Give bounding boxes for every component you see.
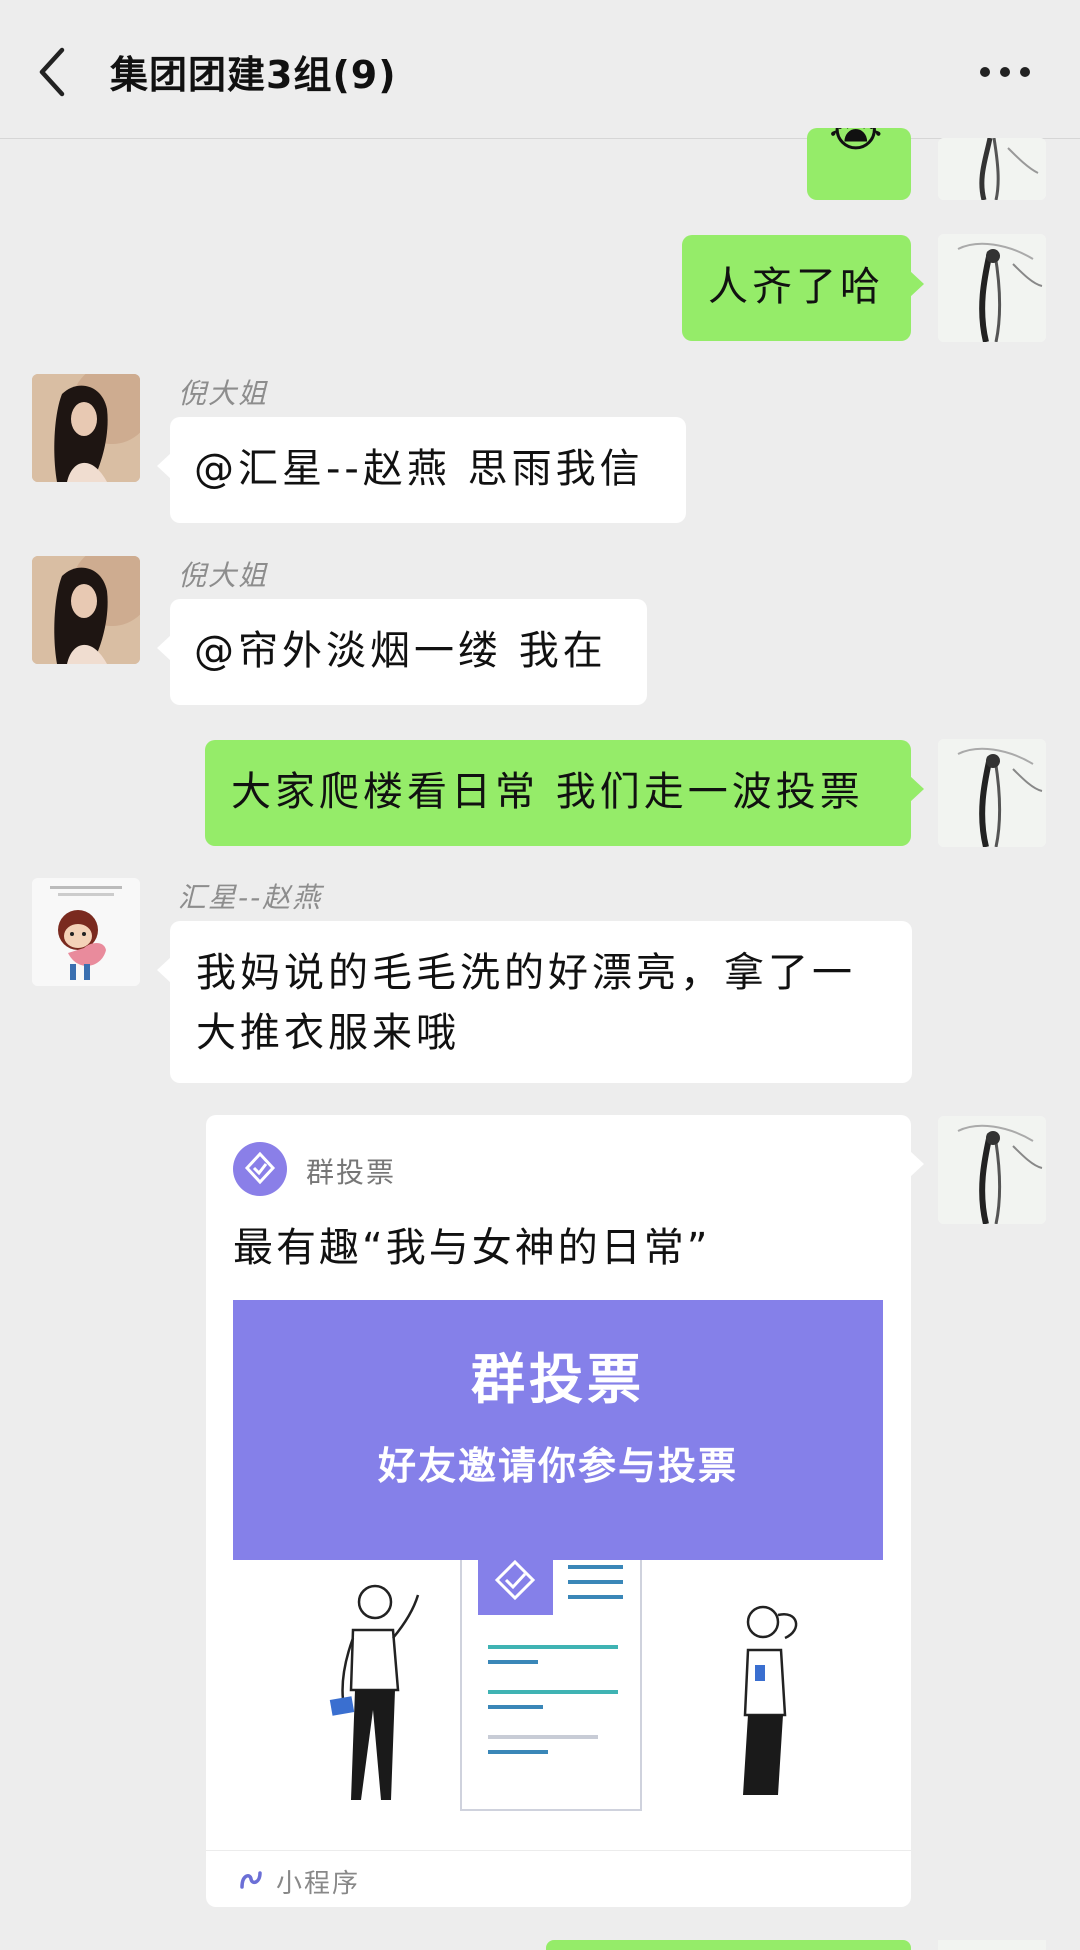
avatar-ink-painting bbox=[938, 739, 1046, 847]
message-text: 人齐了哈 bbox=[708, 264, 884, 310]
message-text: 大家爬楼看日常 我们走一波投票 bbox=[231, 769, 864, 815]
card-footer: 小程序 bbox=[206, 1850, 911, 1908]
avatar-photo bbox=[32, 374, 140, 482]
message-text-line: 大推衣服来哦 bbox=[196, 1010, 460, 1056]
avatar-ink-painting bbox=[938, 138, 1046, 200]
avatar-ink-painting bbox=[938, 234, 1046, 342]
avatar-self[interactable] bbox=[938, 234, 1046, 342]
mini-program-label: 小程序 bbox=[276, 1869, 361, 1899]
banner-subtitle: 好友邀请你参与投票 bbox=[377, 1443, 738, 1488]
avatar-ink-painting bbox=[938, 1116, 1046, 1224]
chevron-left-icon bbox=[39, 47, 65, 97]
message-bubble-self[interactable]: 人齐了哈 bbox=[682, 235, 924, 341]
message-text: @帘外淡烟一缕 我在 bbox=[194, 628, 607, 674]
message-text-line: 我妈说的毛毛洗的好漂亮，拿了一 bbox=[196, 950, 856, 996]
vote-illustration bbox=[233, 1519, 883, 1860]
back-button[interactable] bbox=[28, 42, 84, 102]
message-bubble-self[interactable]: 😭 bbox=[807, 128, 911, 200]
card-banner: 群投票 好友邀请你参与投票 bbox=[233, 1300, 883, 1560]
avatar-zhao-yan[interactable] bbox=[32, 878, 140, 986]
avatar-self[interactable] bbox=[938, 1116, 1046, 1224]
avatar-nidajie[interactable] bbox=[32, 374, 140, 482]
more-dots-icon bbox=[980, 67, 1030, 77]
banner-title: 群投票 bbox=[471, 1347, 645, 1411]
more-button[interactable] bbox=[975, 50, 1039, 94]
chat-title: 集团团建3组(9) bbox=[110, 53, 397, 97]
avatar-self-partial[interactable] bbox=[938, 1940, 1046, 1950]
avatar-photo bbox=[32, 556, 140, 664]
card-title: 最有趣“我与女神的日常” bbox=[233, 1225, 711, 1271]
vote-illustration-svg bbox=[329, 1519, 798, 1811]
card-source-label: 群投票 bbox=[306, 1156, 397, 1189]
chat-header: 集团团建3组(9) bbox=[0, 0, 1080, 139]
check-diamond-icon bbox=[244, 1151, 276, 1185]
avatar-self[interactable] bbox=[938, 739, 1046, 847]
sender-name: 汇星--赵燕 bbox=[178, 881, 323, 914]
message-bubble-other[interactable]: @汇星--赵燕 思雨我信 bbox=[157, 417, 686, 523]
sender-name: 倪大姐 bbox=[178, 559, 269, 592]
avatar-cartoon bbox=[32, 878, 140, 986]
message-text: @汇星--赵燕 思雨我信 bbox=[194, 446, 644, 492]
crying-emoji: 😭 bbox=[829, 128, 887, 157]
vote-mini-program-card[interactable]: 群投票 最有趣“我与女神的日常” 群投票 好友邀请你参与投票 小程序 bbox=[206, 1115, 924, 1908]
message-bubble-self[interactable]: 大家爬楼看日常 我们走一波投票 bbox=[205, 740, 924, 846]
message-bubble-other[interactable]: @帘外淡烟一缕 我在 bbox=[157, 599, 647, 705]
message-bubble-other[interactable]: 我妈说的毛毛洗的好漂亮，拿了一 大推衣服来哦 bbox=[157, 921, 912, 1083]
sender-name: 倪大姐 bbox=[178, 377, 269, 410]
vote-logo bbox=[233, 1142, 287, 1196]
avatar-nidajie[interactable] bbox=[32, 556, 140, 664]
message-bubble-self-partial[interactable] bbox=[546, 1940, 911, 1950]
avatar-self[interactable] bbox=[938, 138, 1046, 200]
mini-program-icon bbox=[240, 1871, 262, 1889]
